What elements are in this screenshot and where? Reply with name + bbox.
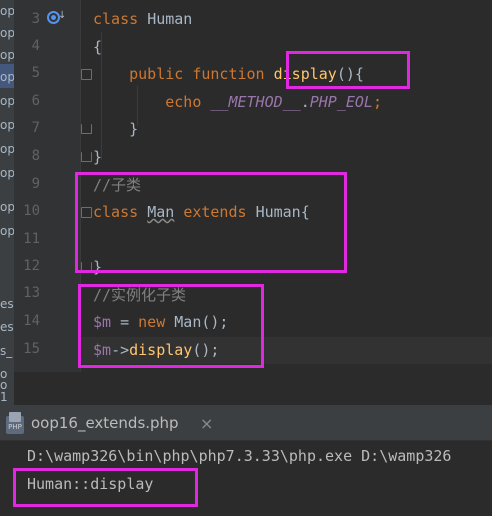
tree-item[interactable]: op: [0, 118, 14, 132]
brace: }: [129, 120, 139, 138]
tree-item[interactable]: s_: [0, 344, 12, 358]
keyword: class: [93, 10, 139, 28]
tree-item[interactable]: op: [0, 4, 14, 18]
line-number: 10: [23, 203, 40, 219]
override-arrow-icon[interactable]: ↓: [58, 10, 66, 21]
line-number: 9: [31, 176, 40, 192]
code-line-8: }: [93, 144, 102, 171]
line-number: 14: [23, 313, 40, 329]
annotation-box-output: [13, 468, 198, 507]
php-icon-label: PHP: [8, 423, 22, 431]
tree-item[interactable]: op: [0, 142, 14, 156]
punctuation: ;: [372, 93, 382, 111]
run-tab-bar: PHP oop16_extends.php ×: [0, 405, 492, 441]
code-line-7: }: [93, 116, 138, 143]
line-number: 12: [23, 258, 40, 274]
line-number: 4: [31, 38, 40, 54]
line-number: 6: [31, 93, 40, 109]
tree-item[interactable]: op: [0, 48, 14, 62]
code-line-3: class Human: [93, 6, 192, 33]
line-number: 7: [31, 120, 40, 136]
annotation-box-subclass: [75, 172, 347, 273]
tree-item[interactable]: op: [0, 200, 14, 214]
class-name: Human: [147, 10, 193, 28]
annotation-box-display: [286, 51, 410, 89]
keyword: function: [192, 65, 265, 83]
line-number: 15: [23, 341, 40, 357]
line-number: 11: [23, 231, 40, 247]
magic-constant: __METHOD__: [210, 93, 301, 111]
line-number: 5: [31, 65, 40, 81]
tree-item[interactable]: op: [0, 166, 14, 180]
tree-item[interactable]: op: [0, 94, 14, 108]
line-number: 8: [31, 148, 40, 164]
brace: {: [93, 38, 103, 56]
constant: PHP_EOL: [309, 93, 373, 111]
keyword: echo: [165, 93, 202, 111]
tree-item[interactable]: es: [0, 297, 14, 311]
code-line-4: {: [93, 34, 102, 61]
operator: .: [300, 93, 310, 111]
run-tab-title[interactable]: oop16_extends.php: [31, 414, 179, 432]
tree-item[interactable]: op: [0, 26, 14, 40]
project-tree-strip[interactable]: op op op op op op op op op op es es s_ o…: [0, 0, 14, 405]
close-icon[interactable]: ×: [200, 414, 213, 433]
tree-item[interactable]: es: [0, 320, 14, 334]
line-number: 3: [31, 11, 40, 27]
brace: }: [93, 148, 103, 166]
console-command: D:\wamp326\bin\php\php7.3.33\php.exe D:\…: [27, 447, 452, 465]
code-line-6: echo __METHOD__.PHP_EOL;: [93, 89, 382, 116]
keyword: public: [129, 65, 184, 83]
tree-item[interactable]: op: [0, 70, 14, 84]
tree-item[interactable]: 1: [0, 390, 8, 404]
tree-item[interactable]: op: [0, 224, 14, 238]
line-number: 13: [23, 285, 40, 301]
php-file-icon: PHP: [6, 412, 24, 434]
annotation-box-instantiate: [78, 284, 264, 368]
